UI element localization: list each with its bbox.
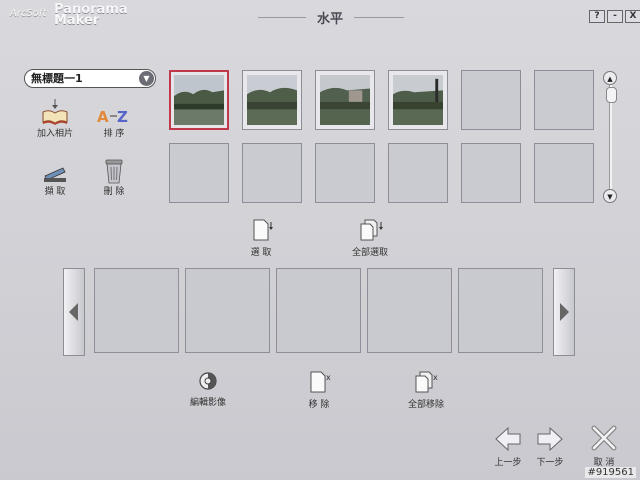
select-all-label: 全部選取 xyxy=(351,248,388,258)
strip-slot xyxy=(458,268,543,353)
thumbnail-scrollbar[interactable]: ▲ ▼ xyxy=(603,71,617,203)
empty-thumbnail-slot xyxy=(315,143,375,203)
thumbnail-photo-4[interactable] xyxy=(388,70,448,130)
page-select-icon xyxy=(253,219,273,241)
select-button[interactable]: 選 取 xyxy=(236,218,286,258)
window-controls: ? - X xyxy=(589,10,640,23)
landscape-photo xyxy=(393,75,443,125)
remove-all-label: 全部移除 xyxy=(407,400,444,410)
chevron-down-icon[interactable]: ▼ xyxy=(139,71,154,86)
strip-slot xyxy=(367,268,452,353)
empty-thumbnail-slot xyxy=(388,143,448,203)
cancel-button[interactable]: 取 消 xyxy=(584,424,624,468)
arcsoft-logo-text: ArcSoft xyxy=(10,8,47,19)
svg-text:x: x xyxy=(433,373,438,382)
close-x-icon xyxy=(591,425,617,451)
project-select[interactable]: 無標題一1 ▼ xyxy=(24,69,156,88)
trash-can-icon xyxy=(84,156,144,184)
select-label: 選 取 xyxy=(250,248,272,258)
arrow-right-icon xyxy=(537,426,563,452)
next-step-button[interactable]: 下一步 xyxy=(530,426,570,468)
empty-thumbnail-slot xyxy=(461,143,521,203)
thumbnail-photo-3[interactable] xyxy=(315,70,375,130)
strip-slot xyxy=(94,268,179,353)
thumbnail-photo-1[interactable] xyxy=(169,70,229,130)
edit-image-label: 編輯影像 xyxy=(189,398,226,408)
landscape-photo xyxy=(320,75,370,125)
svg-text:x: x xyxy=(326,373,331,382)
scroll-down-icon[interactable]: ▼ xyxy=(603,189,617,203)
capture-label: 擷 取 xyxy=(44,187,66,197)
edit-image-icon xyxy=(199,372,217,390)
remove-button[interactable]: x 移 除 xyxy=(294,370,344,410)
scanner-icon xyxy=(25,156,85,184)
help-button[interactable]: ? xyxy=(589,10,605,23)
page-remove-icon: x xyxy=(310,371,331,393)
delete-label: 刪 除 xyxy=(103,187,125,197)
scroll-up-icon[interactable]: ▲ xyxy=(603,71,617,85)
remove-label: 移 除 xyxy=(308,400,330,410)
minimize-button[interactable]: - xyxy=(607,10,623,23)
empty-thumbnail-slot xyxy=(242,143,302,203)
page-title: 水平 xyxy=(316,12,343,27)
prev-step-label: 上一步 xyxy=(494,458,522,468)
arrow-left-icon xyxy=(495,426,521,452)
prev-step-button[interactable]: 上一步 xyxy=(488,426,528,468)
title-divider-right xyxy=(354,17,404,18)
sort-az-icon: A Z xyxy=(84,98,144,126)
svg-text:A: A xyxy=(97,108,109,126)
thumbnail-photo-2[interactable] xyxy=(242,70,302,130)
landscape-photo xyxy=(174,75,224,125)
strip-scroll-left-button[interactable] xyxy=(63,268,85,356)
app-logo-text: Panorama Maker xyxy=(54,2,128,28)
close-button[interactable]: X xyxy=(625,10,640,23)
empty-thumbnail-slot xyxy=(169,143,229,203)
empty-thumbnail-slot xyxy=(534,143,594,203)
next-step-label: 下一步 xyxy=(536,458,564,468)
open-book-icon xyxy=(25,98,85,126)
svg-text:Z: Z xyxy=(117,108,128,126)
empty-thumbnail-slot xyxy=(534,70,594,130)
delete-button[interactable]: 刪 除 xyxy=(84,156,144,197)
watermark: #919561 xyxy=(585,467,636,478)
project-select-value: 無標題一1 xyxy=(31,72,83,85)
arrow-left-icon xyxy=(69,303,78,321)
add-photos-label: 加入相片 xyxy=(36,129,73,139)
landscape-photo xyxy=(247,75,297,125)
sort-label: 排 序 xyxy=(103,129,125,139)
empty-thumbnail-slot xyxy=(461,70,521,130)
strip-slot xyxy=(185,268,270,353)
capture-button[interactable]: 擷 取 xyxy=(25,156,85,197)
strip-slot xyxy=(276,268,361,353)
add-photos-button[interactable]: 加入相片 xyxy=(25,98,85,139)
edit-image-button[interactable]: 編輯影像 xyxy=(180,370,236,408)
pages-remove-all-icon: x xyxy=(415,371,438,393)
remove-all-button[interactable]: x 全部移除 xyxy=(401,370,451,410)
strip-scroll-right-button[interactable] xyxy=(553,268,575,356)
sort-button[interactable]: A Z 排 序 xyxy=(84,98,144,139)
app-logo: Panorama Maker xyxy=(54,2,128,28)
scroll-thumb[interactable] xyxy=(606,87,617,103)
select-all-button[interactable]: 全部選取 xyxy=(345,218,395,258)
pages-select-all-icon xyxy=(360,219,383,241)
title-divider-left xyxy=(258,17,306,18)
arrow-right-icon xyxy=(560,303,569,321)
